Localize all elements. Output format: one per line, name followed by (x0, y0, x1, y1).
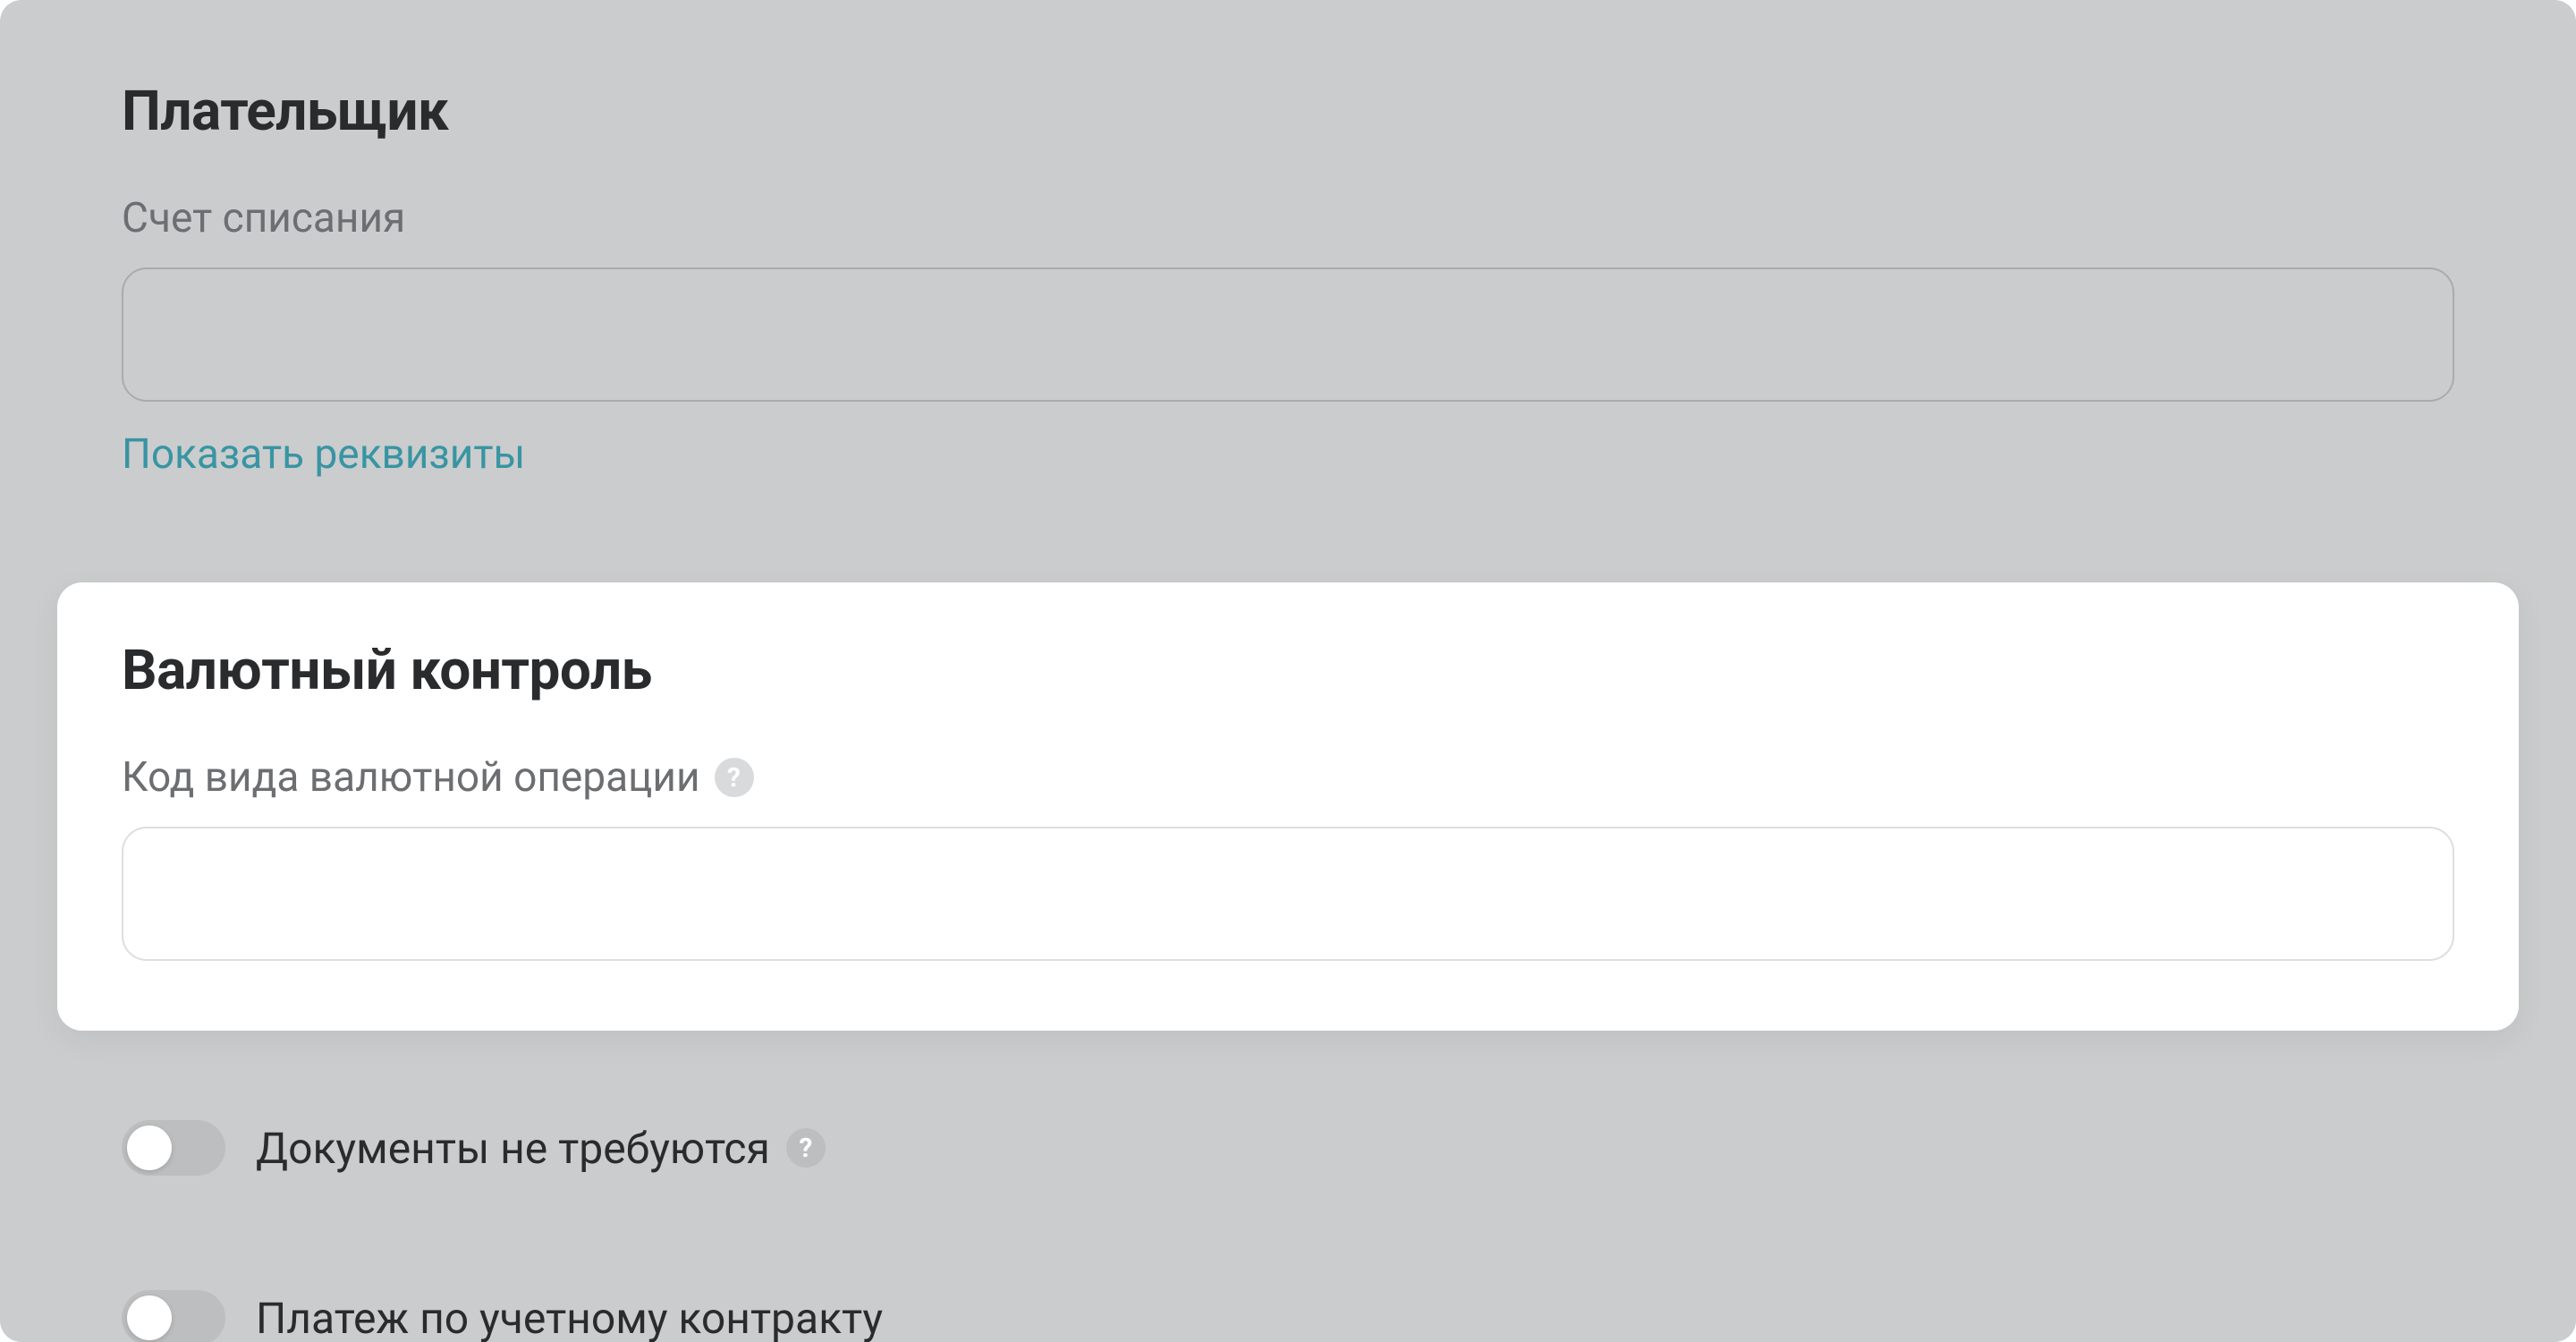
currency-control-section: Валютный контроль Код вида валютной опер… (57, 582, 2519, 1031)
show-details-link[interactable]: Показать реквизиты (122, 430, 525, 479)
payer-heading: Плательщик (0, 0, 2576, 144)
accounting-contract-label-row: Платеж по учетному контракту (256, 1293, 883, 1342)
accounting-contract-label: Платеж по учетному контракту (256, 1293, 883, 1342)
no-docs-label-row: Документы не требуются ? (256, 1123, 826, 1174)
debit-account-label: Счет списания (122, 194, 2454, 242)
currency-control-heading: Валютный контроль (57, 582, 2519, 703)
help-icon[interactable]: ? (715, 758, 754, 797)
debit-account-field: Счет списания Показать реквизиты (0, 144, 2576, 479)
help-icon[interactable]: ? (786, 1128, 826, 1168)
form-container: Плательщик Счет списания Показать реквиз… (0, 0, 2576, 1342)
toggle-knob (127, 1295, 172, 1340)
currency-code-label-row: Код вида валютной операции ? (122, 753, 2454, 802)
accounting-contract-toggle-row: Платеж по учетному контракту (0, 1290, 2576, 1342)
currency-code-label: Код вида валютной операции (122, 753, 700, 802)
toggles-area: Документы не требуются ? Платеж по учетн… (0, 1031, 2576, 1342)
no-docs-label: Документы не требуются (256, 1123, 770, 1174)
debit-account-input[interactable] (122, 268, 2454, 402)
toggle-knob (127, 1125, 172, 1170)
currency-code-field: Код вида валютной операции ? (57, 703, 2519, 961)
no-docs-toggle[interactable] (122, 1120, 225, 1176)
no-docs-toggle-row: Документы не требуются ? (0, 1120, 2576, 1176)
accounting-contract-toggle[interactable] (122, 1290, 225, 1342)
currency-code-input[interactable] (122, 827, 2454, 961)
